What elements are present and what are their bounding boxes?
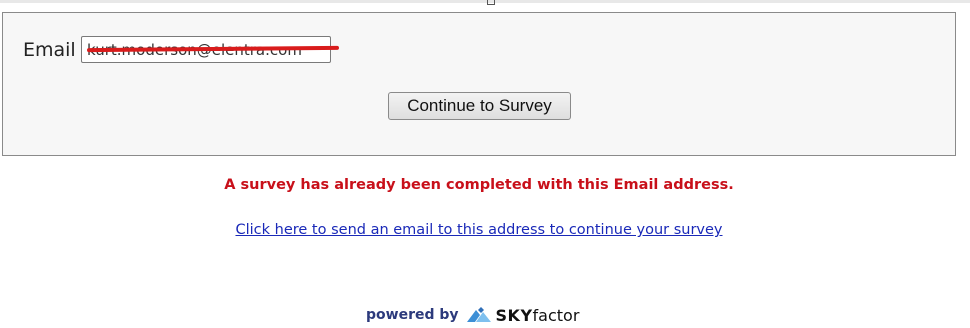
brand-sky-text: SKY	[495, 305, 533, 325]
error-message: A survey has already been completed with…	[224, 177, 734, 193]
top-divider	[0, 0, 970, 3]
continue-to-survey-button[interactable]: Continue to Survey	[388, 92, 571, 120]
brand-factor-text: factor	[532, 305, 580, 325]
resend-email-link[interactable]: Click here to send an email to this addr…	[0, 222, 958, 238]
top-resize-handle	[487, 0, 495, 5]
powered-by-footer: powered by SKY factor	[366, 303, 579, 327]
powered-by-text: powered by	[366, 307, 459, 323]
skyfactor-logo-icon	[466, 307, 491, 322]
email-label: Email	[23, 39, 76, 61]
email-form-panel: Email Continue to Survey	[2, 12, 956, 156]
